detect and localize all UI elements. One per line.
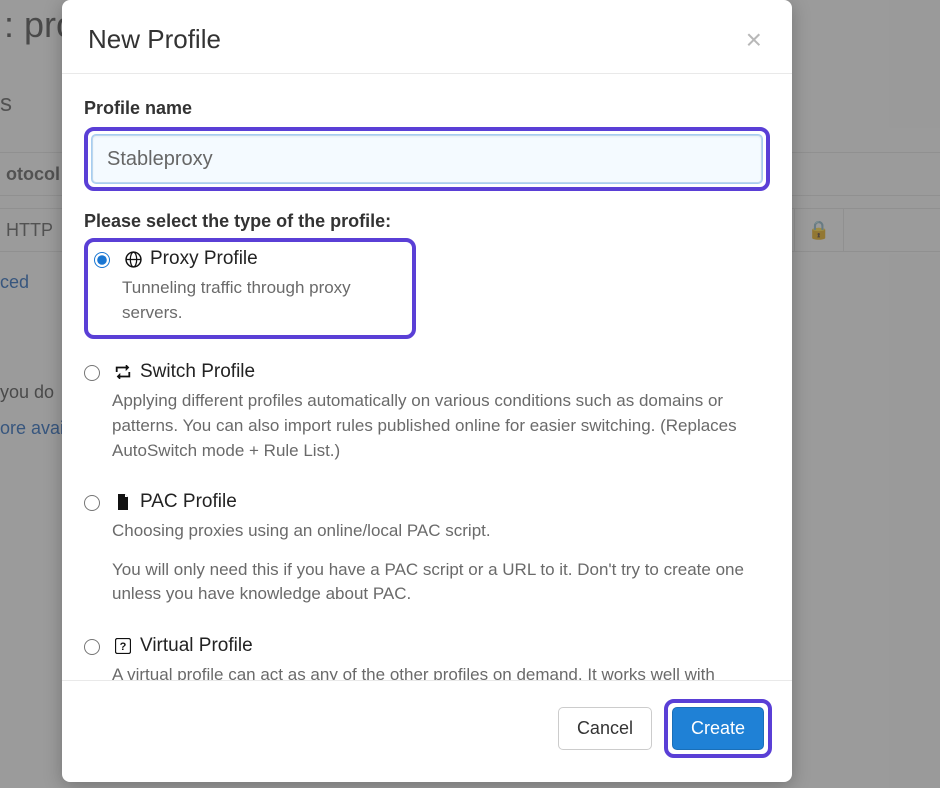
- option-virtual-title: Virtual Profile: [140, 635, 253, 657]
- option-switch-title: Switch Profile: [140, 361, 255, 383]
- profile-type-label: Please select the type of the profile:: [84, 211, 770, 232]
- modal-title: New Profile: [88, 24, 221, 55]
- option-pac-desc: Choosing proxies using an online/local P…: [112, 519, 770, 544]
- svg-text:?: ?: [120, 641, 127, 653]
- option-switch-desc: Applying different profiles automaticall…: [112, 389, 770, 463]
- modal-footer: Cancel Create: [62, 680, 792, 782]
- option-proxy-title: Proxy Profile: [150, 248, 258, 270]
- radio-virtual[interactable]: [84, 639, 100, 655]
- option-pac-note: You will only need this if you have a PA…: [112, 558, 770, 607]
- option-switch[interactable]: Switch Profile: [84, 361, 770, 383]
- option-proxy[interactable]: Proxy Profile: [94, 248, 404, 270]
- question-box-icon: ?: [114, 637, 132, 655]
- close-button[interactable]: ×: [742, 26, 766, 54]
- option-pac[interactable]: PAC Profile: [84, 491, 770, 513]
- profile-name-label: Profile name: [84, 98, 770, 119]
- option-proxy-desc: Tunneling traffic through proxy servers.: [122, 276, 404, 325]
- retweet-icon: [114, 363, 132, 381]
- highlight-proxy-option: Proxy Profile Tunneling traffic through …: [84, 238, 416, 339]
- highlight-create-button: Create: [664, 699, 772, 758]
- radio-pac[interactable]: [84, 495, 100, 511]
- cancel-button[interactable]: Cancel: [558, 707, 652, 750]
- option-virtual-desc: A virtual profile can act as any of the …: [112, 663, 770, 680]
- highlight-name-input: [84, 127, 770, 191]
- option-virtual[interactable]: ? Virtual Profile: [84, 635, 770, 657]
- create-button[interactable]: Create: [672, 707, 764, 750]
- radio-switch[interactable]: [84, 365, 100, 381]
- radio-proxy[interactable]: [94, 252, 110, 268]
- profile-name-input[interactable]: [92, 135, 762, 183]
- option-pac-title: PAC Profile: [140, 491, 237, 513]
- globe-icon: [124, 250, 142, 268]
- new-profile-modal: New Profile × Profile name Please select…: [62, 0, 792, 782]
- modal-header: New Profile ×: [62, 0, 792, 74]
- modal-body: Profile name Please select the type of t…: [62, 74, 792, 680]
- file-icon: [114, 493, 132, 511]
